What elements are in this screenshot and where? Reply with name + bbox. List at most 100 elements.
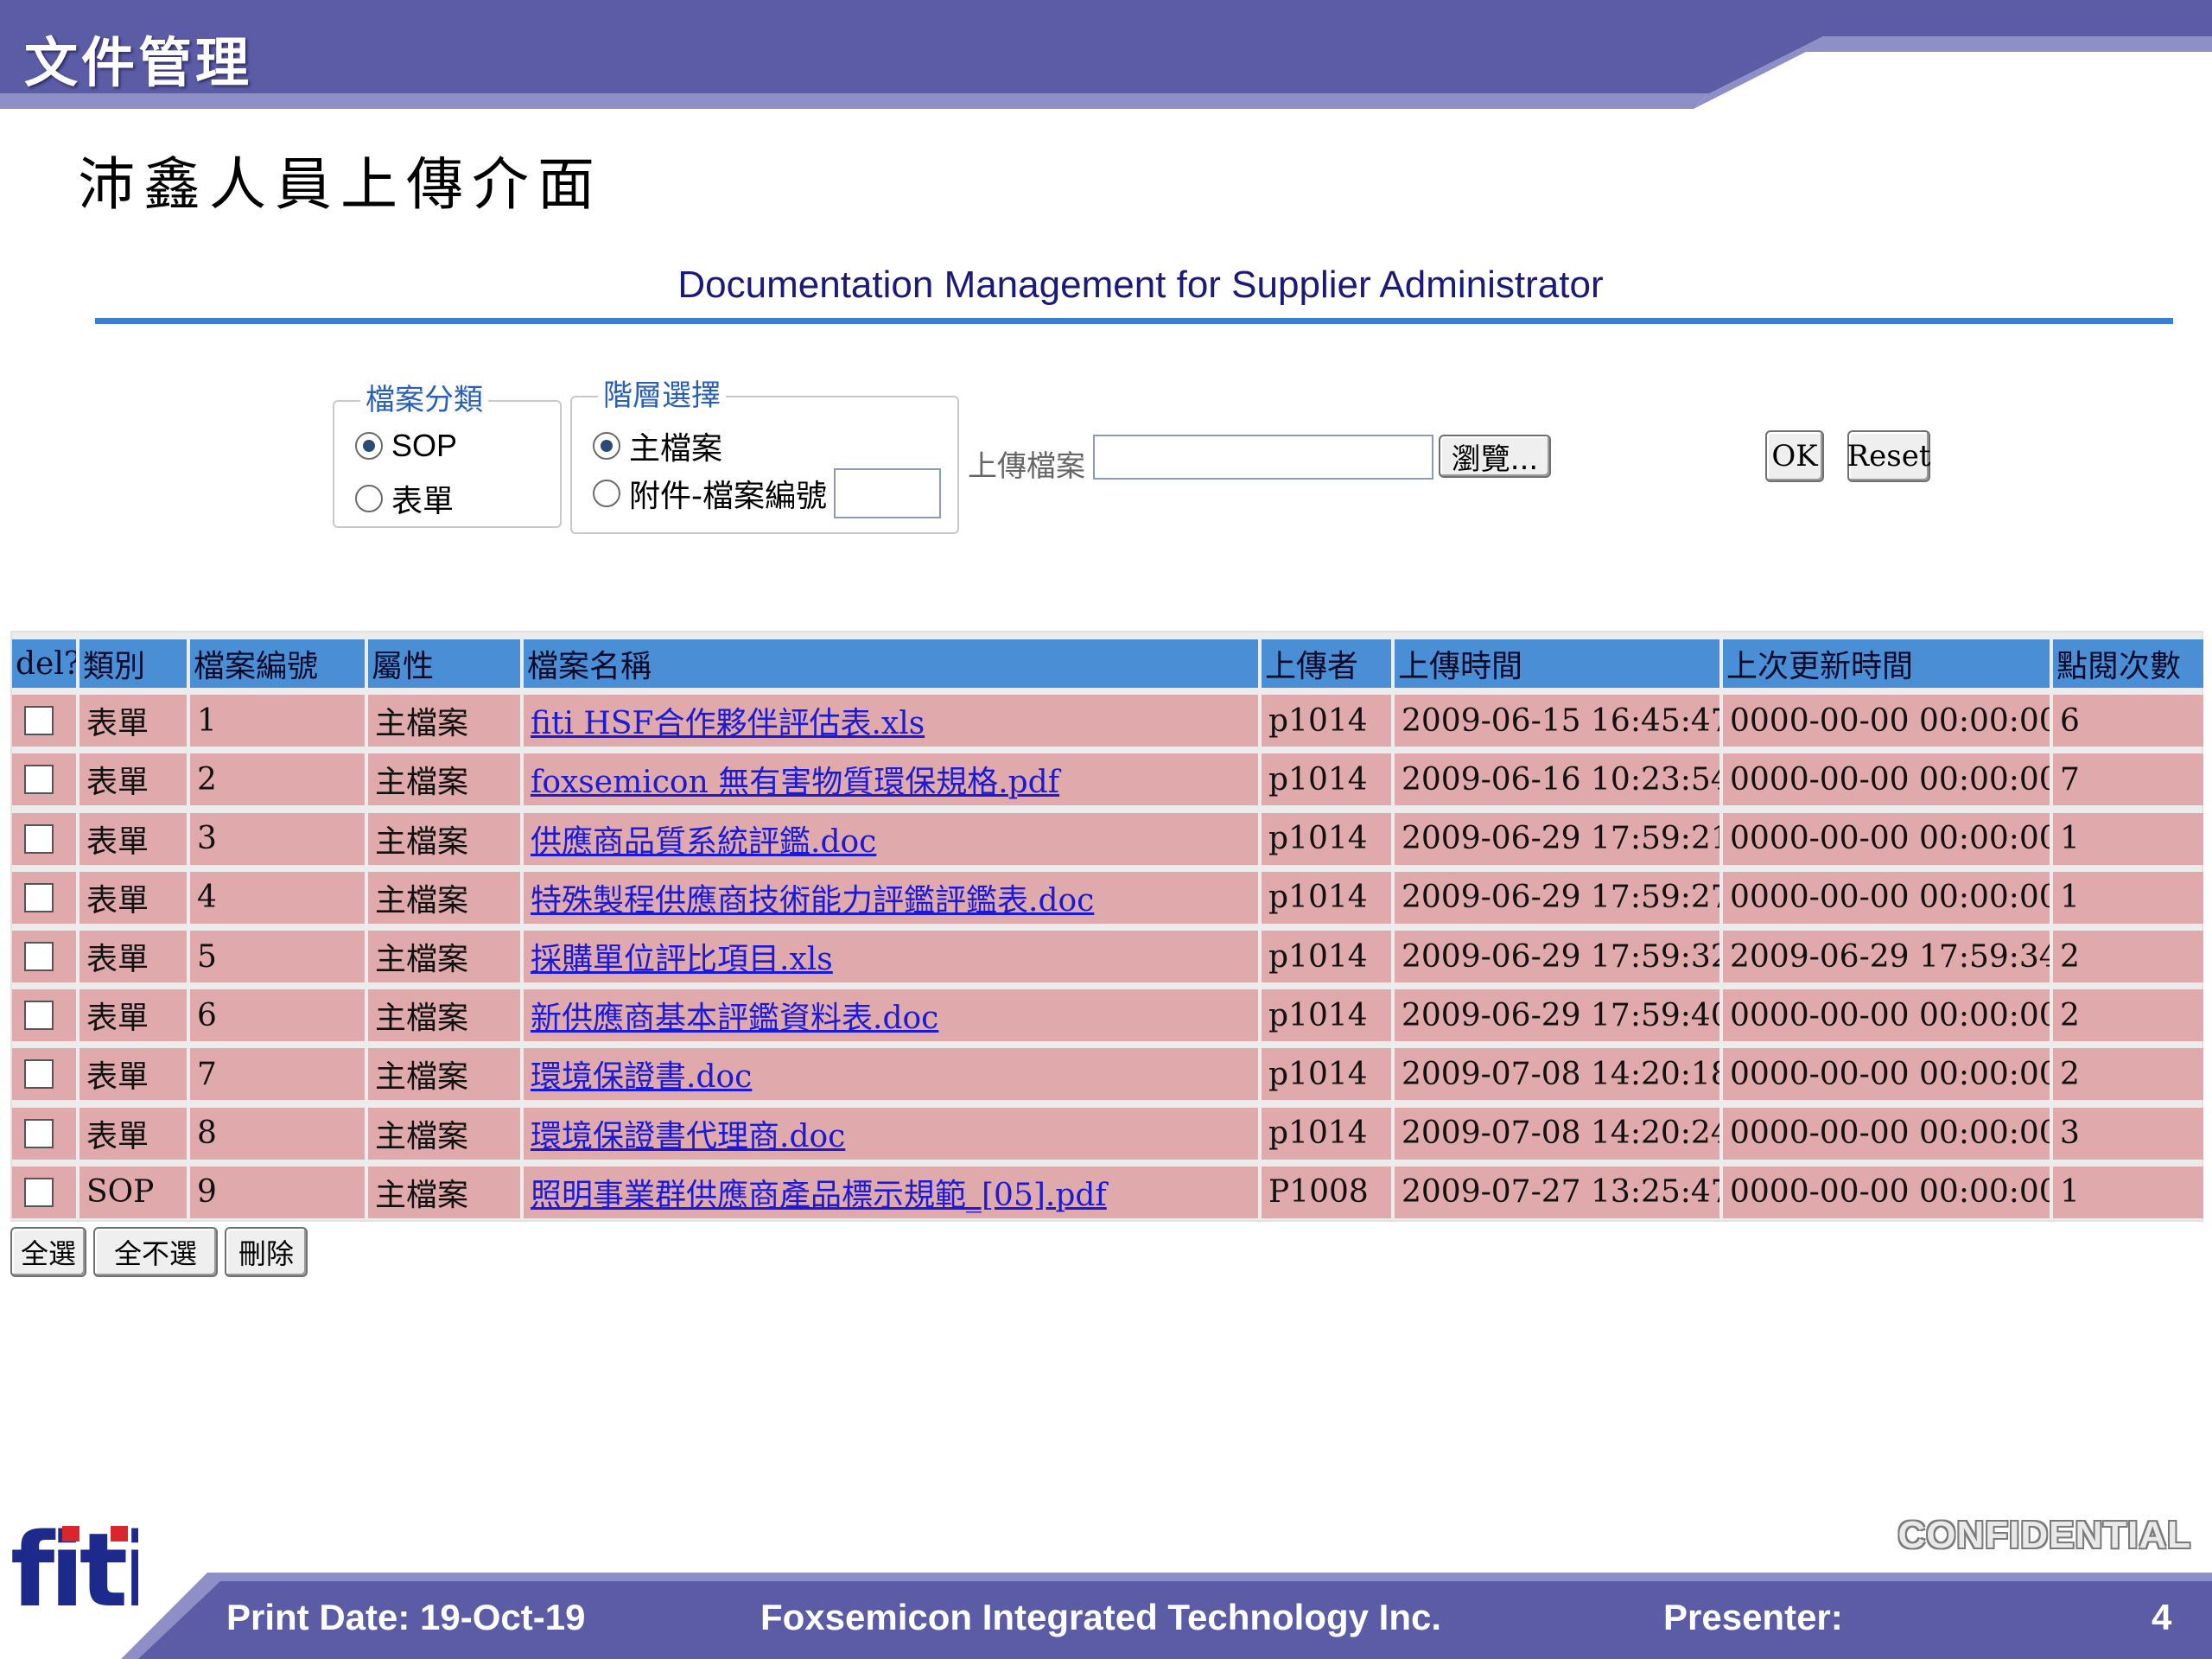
page-number: 4: [2152, 1597, 2172, 1637]
update-time-cell: 0000-00-00 00:00:00: [1723, 753, 2050, 806]
file-link[interactable]: foxsemicon 無有害物質環保規格.pdf: [531, 757, 1059, 802]
file-number-cell: 2: [190, 753, 365, 806]
file-link[interactable]: 新供應商基本評鑑資料表.doc: [531, 993, 938, 1038]
presenter-label: Presenter:: [1663, 1597, 1843, 1637]
select-none-button[interactable]: 全不選: [93, 1227, 218, 1277]
file-number-cell: 1: [190, 695, 365, 747]
delete-checkbox[interactable]: [24, 706, 54, 736]
table-row: 表單 6 主檔案 新供應商基本評鑑資料表.doc p1014 2009-06-29 17:…: [12, 989, 2205, 1042]
attribute-cell: 主檔案: [368, 1107, 520, 1160]
view-count-cell: 7: [2053, 753, 2203, 806]
upload-time-cell: 2009-06-16 10:23:54: [1395, 753, 1719, 806]
uploader-cell: p1014: [1262, 695, 1391, 747]
upload-time-cell: 2009-06-29 17:59:32: [1395, 931, 1719, 982]
table-header-row: del? 類別 檔案編號 屬性 檔案名稱 上傳者 上傳時間 上次更新時間 點閱次數: [12, 639, 2205, 688]
radio-sop-label: SOP: [391, 428, 458, 463]
update-time-cell: 2009-06-29 17:59:34: [1723, 931, 2050, 982]
company-name: Foxsemicon Integrated Technology Inc.: [760, 1597, 1442, 1637]
category-option-sop[interactable]: SOP: [355, 428, 457, 464]
update-time-cell: 0000-00-00 00:00:00: [1723, 1107, 2050, 1160]
file-number-cell: 9: [190, 1166, 365, 1218]
file-link[interactable]: 照明事業群供應商產品標示規範_[05].pdf: [531, 1170, 1107, 1215]
file-link[interactable]: 特殊製程供應商技術能力評鑑評鑑表.doc: [531, 875, 1094, 920]
attribute-cell: 主檔案: [368, 989, 520, 1042]
delete-checkbox[interactable]: [24, 882, 54, 912]
file-link[interactable]: 供應商品質系統評鑑.doc: [531, 817, 876, 861]
radio-main-file-label: 主檔案: [629, 431, 723, 467]
delete-checkbox[interactable]: [24, 942, 54, 971]
attribute-cell: 主檔案: [368, 1048, 520, 1101]
attribute-cell: 主檔案: [368, 695, 520, 747]
delete-checkbox[interactable]: [24, 1118, 54, 1148]
view-count-cell: 2: [2053, 989, 2203, 1042]
ok-button[interactable]: OK: [1765, 430, 1824, 482]
radio-form-label: 表單: [391, 484, 454, 519]
category-cell: 表單: [79, 989, 187, 1042]
column-header: 點閱次數: [2053, 639, 2203, 688]
select-all-button[interactable]: 全選: [10, 1227, 86, 1277]
upload-time-cell: 2009-06-29 17:59:40: [1395, 989, 1719, 1042]
uploader-cell: p1014: [1262, 812, 1391, 865]
update-time-cell: 0000-00-00 00:00:00: [1723, 871, 2050, 924]
view-count-cell: 6: [2053, 695, 2203, 747]
title-divider: [95, 318, 2173, 324]
category-fieldset: 檔案分類 SOP 表單: [333, 376, 562, 528]
del-cell: [12, 695, 76, 747]
delete-checkbox[interactable]: [24, 823, 54, 854]
attribute-cell: 主檔案: [368, 871, 520, 924]
browse-button[interactable]: 瀏覽...: [1439, 435, 1551, 478]
uploader-cell: p1014: [1262, 989, 1391, 1042]
upload-time-cell: 2009-07-08 14:20:18: [1395, 1048, 1719, 1101]
del-cell: [12, 1048, 76, 1101]
file-link[interactable]: 環境保證書代理商.doc: [531, 1111, 845, 1156]
del-cell: [12, 989, 76, 1042]
delete-button[interactable]: 刪除: [225, 1227, 308, 1277]
delete-checkbox[interactable]: [24, 1059, 54, 1090]
category-option-form[interactable]: 表單: [355, 476, 454, 521]
filename-cell: 照明事業群供應商產品標示規範_[05].pdf: [524, 1166, 1258, 1218]
delete-checkbox[interactable]: [24, 765, 54, 795]
attachment-number-input[interactable]: [834, 468, 941, 518]
category-cell: SOP: [79, 1166, 187, 1218]
file-link[interactable]: 環境保證書.doc: [531, 1052, 752, 1096]
upload-time-cell: 2009-07-27 13:25:47: [1395, 1166, 1719, 1218]
column-header: 上傳時間: [1395, 639, 1719, 688]
uploader-cell: p1014: [1262, 1107, 1391, 1160]
file-number-cell: 8: [190, 1107, 365, 1160]
filename-cell: 環境保證書.doc: [524, 1048, 1258, 1101]
update-time-cell: 0000-00-00 00:00:00: [1723, 1048, 2050, 1101]
uploader-cell: p1014: [1262, 1048, 1391, 1101]
del-cell: [12, 812, 76, 865]
radio-sop[interactable]: [355, 432, 383, 460]
attribute-cell: 主檔案: [368, 812, 520, 865]
category-cell: 表單: [79, 1048, 187, 1101]
documents-table: del? 類別 檔案編號 屬性 檔案名稱 上傳者 上傳時間 上次更新時間 點閱次數 表單 1 主檔案 f…: [10, 631, 2203, 1222]
update-time-cell: 0000-00-00 00:00:00: [1723, 695, 2050, 747]
column-header: 檔案名稱: [524, 639, 1258, 688]
level-option-main[interactable]: 主檔案: [593, 423, 722, 468]
column-header: 上次更新時間: [1723, 639, 2050, 688]
update-time-cell: 0000-00-00 00:00:00: [1723, 1166, 2050, 1218]
file-link[interactable]: fiti HSF合作夥伴評估表.xls: [531, 698, 925, 743]
upload-label: 上傳檔案: [968, 449, 1085, 484]
radio-main-file[interactable]: [593, 432, 620, 460]
filename-cell: fiti HSF合作夥伴評估表.xls: [524, 695, 1258, 747]
reset-button[interactable]: Reset: [1847, 430, 1930, 482]
delete-checkbox[interactable]: [24, 1177, 54, 1207]
page-heading: 沛鑫人員上傳介面: [78, 151, 603, 218]
radio-form[interactable]: [355, 485, 383, 512]
file-number-cell: 5: [190, 931, 365, 982]
header-band: [0, 0, 2212, 109]
delete-checkbox[interactable]: [24, 1001, 54, 1031]
radio-attachment[interactable]: [593, 480, 620, 507]
level-option-attachment[interactable]: 附件-檔案編號: [593, 468, 941, 518]
uploader-cell: P1008: [1262, 1166, 1391, 1218]
column-header: del?: [12, 639, 76, 688]
table-row: SOP 9 主檔案 照明事業群供應商產品標示規範_[05].pdf P1008 2009-…: [12, 1166, 2205, 1218]
file-link[interactable]: 採購單位評比項目.xls: [531, 934, 833, 979]
category-cell: 表單: [79, 695, 187, 747]
table-row: 表單 4 主檔案 特殊製程供應商技術能力評鑑評鑑表.doc p1014 2009-06-2…: [12, 871, 2205, 924]
update-time-cell: 0000-00-00 00:00:00: [1723, 989, 2050, 1042]
attribute-cell: 主檔案: [368, 753, 520, 806]
upload-file-input[interactable]: [1093, 435, 1433, 480]
